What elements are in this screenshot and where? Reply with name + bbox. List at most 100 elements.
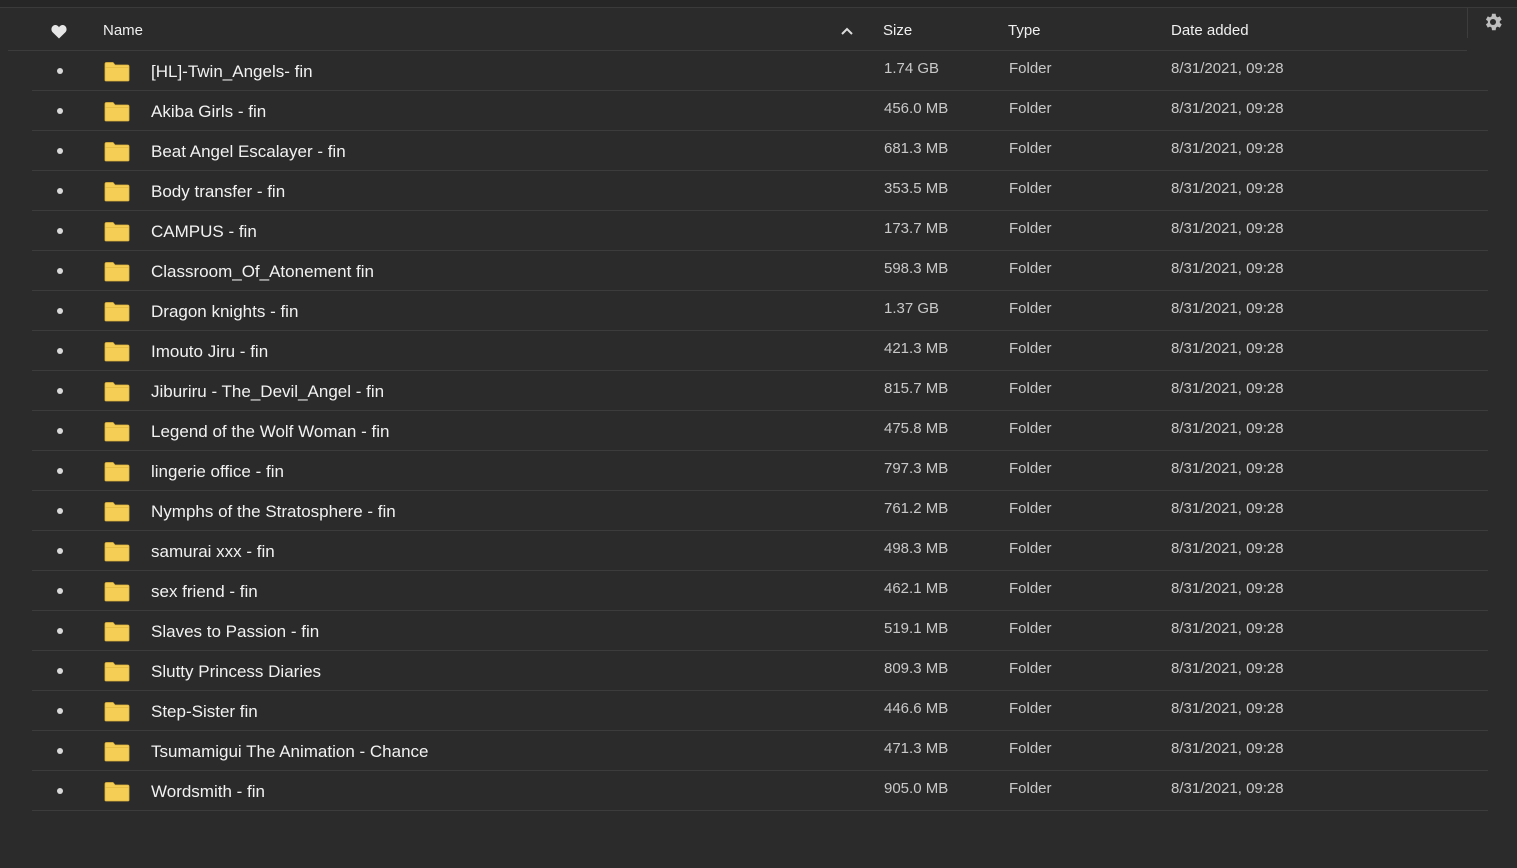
file-name[interactable]: Dragon knights - fin bbox=[151, 291, 298, 330]
file-name[interactable]: Imouto Jiru - fin bbox=[151, 331, 268, 370]
file-size: 471.3 MB bbox=[884, 740, 949, 757]
file-type: Folder bbox=[1009, 180, 1052, 197]
folder-icon bbox=[104, 622, 130, 642]
file-name[interactable]: Akiba Girls - fin bbox=[151, 91, 266, 130]
file-list: [HL]-Twin_Angels- fin 1.74 GB Folder 8/3… bbox=[32, 51, 1488, 811]
heart-icon[interactable] bbox=[51, 24, 67, 39]
gear-icon[interactable] bbox=[1482, 11, 1504, 33]
file-name[interactable]: lingerie office - fin bbox=[151, 451, 284, 490]
file-name[interactable]: Nymphs of the Stratosphere - fin bbox=[151, 491, 396, 530]
folder-icon bbox=[104, 502, 130, 522]
folder-icon bbox=[104, 262, 130, 282]
bullet-icon bbox=[57, 228, 63, 234]
file-date-added: 8/31/2021, 09:28 bbox=[1171, 460, 1284, 477]
file-type: Folder bbox=[1009, 100, 1052, 117]
table-row[interactable]: Nymphs of the Stratosphere - fin 761.2 M… bbox=[32, 491, 1488, 531]
file-size: 761.2 MB bbox=[884, 500, 949, 517]
bullet-icon bbox=[57, 628, 63, 634]
top-bar bbox=[0, 0, 1517, 8]
file-date-added: 8/31/2021, 09:28 bbox=[1171, 580, 1284, 597]
folder-icon bbox=[104, 782, 130, 802]
file-name[interactable]: [HL]-Twin_Angels- fin bbox=[151, 51, 313, 90]
table-row[interactable]: Legend of the Wolf Woman - fin 475.8 MB … bbox=[32, 411, 1488, 451]
table-row[interactable]: samurai xxx - fin 498.3 MB Folder 8/31/2… bbox=[32, 531, 1488, 571]
chevron-up-icon[interactable] bbox=[840, 25, 854, 37]
file-size: 446.6 MB bbox=[884, 700, 949, 717]
table-row[interactable]: Classroom_Of_Atonement fin 598.3 MB Fold… bbox=[32, 251, 1488, 291]
file-type: Folder bbox=[1009, 620, 1052, 637]
file-date-added: 8/31/2021, 09:28 bbox=[1171, 780, 1284, 797]
file-name[interactable]: Legend of the Wolf Woman - fin bbox=[151, 411, 389, 450]
table-row[interactable]: Slutty Princess Diaries 809.3 MB Folder … bbox=[32, 651, 1488, 691]
file-name[interactable]: CAMPUS - fin bbox=[151, 211, 257, 250]
table-row[interactable]: Beat Angel Escalayer - fin 681.3 MB Fold… bbox=[32, 131, 1488, 171]
bullet-icon bbox=[57, 788, 63, 794]
column-header-name[interactable]: Name bbox=[103, 8, 143, 50]
bullet-icon bbox=[57, 188, 63, 194]
table-row[interactable]: Wordsmith - fin 905.0 MB Folder 8/31/202… bbox=[32, 771, 1488, 811]
file-date-added: 8/31/2021, 09:28 bbox=[1171, 180, 1284, 197]
file-name[interactable]: Wordsmith - fin bbox=[151, 771, 265, 810]
file-name[interactable]: Jiburiru - The_Devil_Angel - fin bbox=[151, 371, 384, 410]
file-size: 498.3 MB bbox=[884, 540, 949, 557]
file-type: Folder bbox=[1009, 380, 1052, 397]
bullet-icon bbox=[57, 348, 63, 354]
file-name[interactable]: sex friend - fin bbox=[151, 571, 258, 610]
file-date-added: 8/31/2021, 09:28 bbox=[1171, 420, 1284, 437]
folder-icon bbox=[104, 542, 130, 562]
folder-icon bbox=[104, 182, 130, 202]
file-name[interactable]: Beat Angel Escalayer - fin bbox=[151, 131, 346, 170]
file-type: Folder bbox=[1009, 580, 1052, 597]
column-header-type[interactable]: Type bbox=[1008, 8, 1041, 50]
table-row[interactable]: Step-Sister fin 446.6 MB Folder 8/31/202… bbox=[32, 691, 1488, 731]
folder-icon bbox=[104, 142, 130, 162]
file-type: Folder bbox=[1009, 220, 1052, 237]
file-date-added: 8/31/2021, 09:28 bbox=[1171, 220, 1284, 237]
folder-icon bbox=[104, 422, 130, 442]
file-name[interactable]: Slaves to Passion - fin bbox=[151, 611, 319, 650]
file-name[interactable]: samurai xxx - fin bbox=[151, 531, 275, 570]
file-name[interactable]: Slutty Princess Diaries bbox=[151, 651, 321, 690]
file-name[interactable]: Body transfer - fin bbox=[151, 171, 285, 210]
file-size: 815.7 MB bbox=[884, 380, 949, 397]
file-size: 421.3 MB bbox=[884, 340, 949, 357]
file-type: Folder bbox=[1009, 420, 1052, 437]
table-row[interactable]: Dragon knights - fin 1.37 GB Folder 8/31… bbox=[32, 291, 1488, 331]
table-row[interactable]: sex friend - fin 462.1 MB Folder 8/31/20… bbox=[32, 571, 1488, 611]
file-type: Folder bbox=[1009, 260, 1052, 277]
bullet-icon bbox=[57, 268, 63, 274]
file-type: Folder bbox=[1009, 460, 1052, 477]
file-name[interactable]: Tsumamigui The Animation - Chance bbox=[151, 731, 429, 770]
folder-icon bbox=[104, 582, 130, 602]
table-row[interactable]: Akiba Girls - fin 456.0 MB Folder 8/31/2… bbox=[32, 91, 1488, 131]
file-date-added: 8/31/2021, 09:28 bbox=[1171, 540, 1284, 557]
file-date-added: 8/31/2021, 09:28 bbox=[1171, 260, 1284, 277]
bullet-icon bbox=[57, 468, 63, 474]
bullet-icon bbox=[57, 548, 63, 554]
file-date-added: 8/31/2021, 09:28 bbox=[1171, 660, 1284, 677]
table-row[interactable]: Slaves to Passion - fin 519.1 MB Folder … bbox=[32, 611, 1488, 651]
table-row[interactable]: Body transfer - fin 353.5 MB Folder 8/31… bbox=[32, 171, 1488, 211]
table-row[interactable]: [HL]-Twin_Angels- fin 1.74 GB Folder 8/3… bbox=[32, 51, 1488, 91]
file-date-added: 8/31/2021, 09:28 bbox=[1171, 300, 1284, 317]
file-size: 1.37 GB bbox=[884, 300, 940, 317]
file-size: 462.1 MB bbox=[884, 580, 949, 597]
file-date-added: 8/31/2021, 09:28 bbox=[1171, 60, 1284, 77]
file-name[interactable]: Classroom_Of_Atonement fin bbox=[151, 251, 374, 290]
table-row[interactable]: CAMPUS - fin 173.7 MB Folder 8/31/2021, … bbox=[32, 211, 1488, 251]
column-header-size[interactable]: Size bbox=[883, 8, 912, 50]
table-row[interactable]: lingerie office - fin 797.3 MB Folder 8/… bbox=[32, 451, 1488, 491]
column-header-date-added[interactable]: Date added bbox=[1171, 8, 1249, 50]
folder-icon bbox=[104, 382, 130, 402]
table-row[interactable]: Imouto Jiru - fin 421.3 MB Folder 8/31/2… bbox=[32, 331, 1488, 371]
file-size: 475.8 MB bbox=[884, 420, 949, 437]
bullet-icon bbox=[57, 668, 63, 674]
file-name[interactable]: Step-Sister fin bbox=[151, 691, 258, 730]
table-row[interactable]: Tsumamigui The Animation - Chance 471.3 … bbox=[32, 731, 1488, 771]
file-type: Folder bbox=[1009, 700, 1052, 717]
file-type: Folder bbox=[1009, 340, 1052, 357]
file-type: Folder bbox=[1009, 660, 1052, 677]
table-row[interactable]: Jiburiru - The_Devil_Angel - fin 815.7 M… bbox=[32, 371, 1488, 411]
file-size: 353.5 MB bbox=[884, 180, 949, 197]
file-date-added: 8/31/2021, 09:28 bbox=[1171, 100, 1284, 117]
